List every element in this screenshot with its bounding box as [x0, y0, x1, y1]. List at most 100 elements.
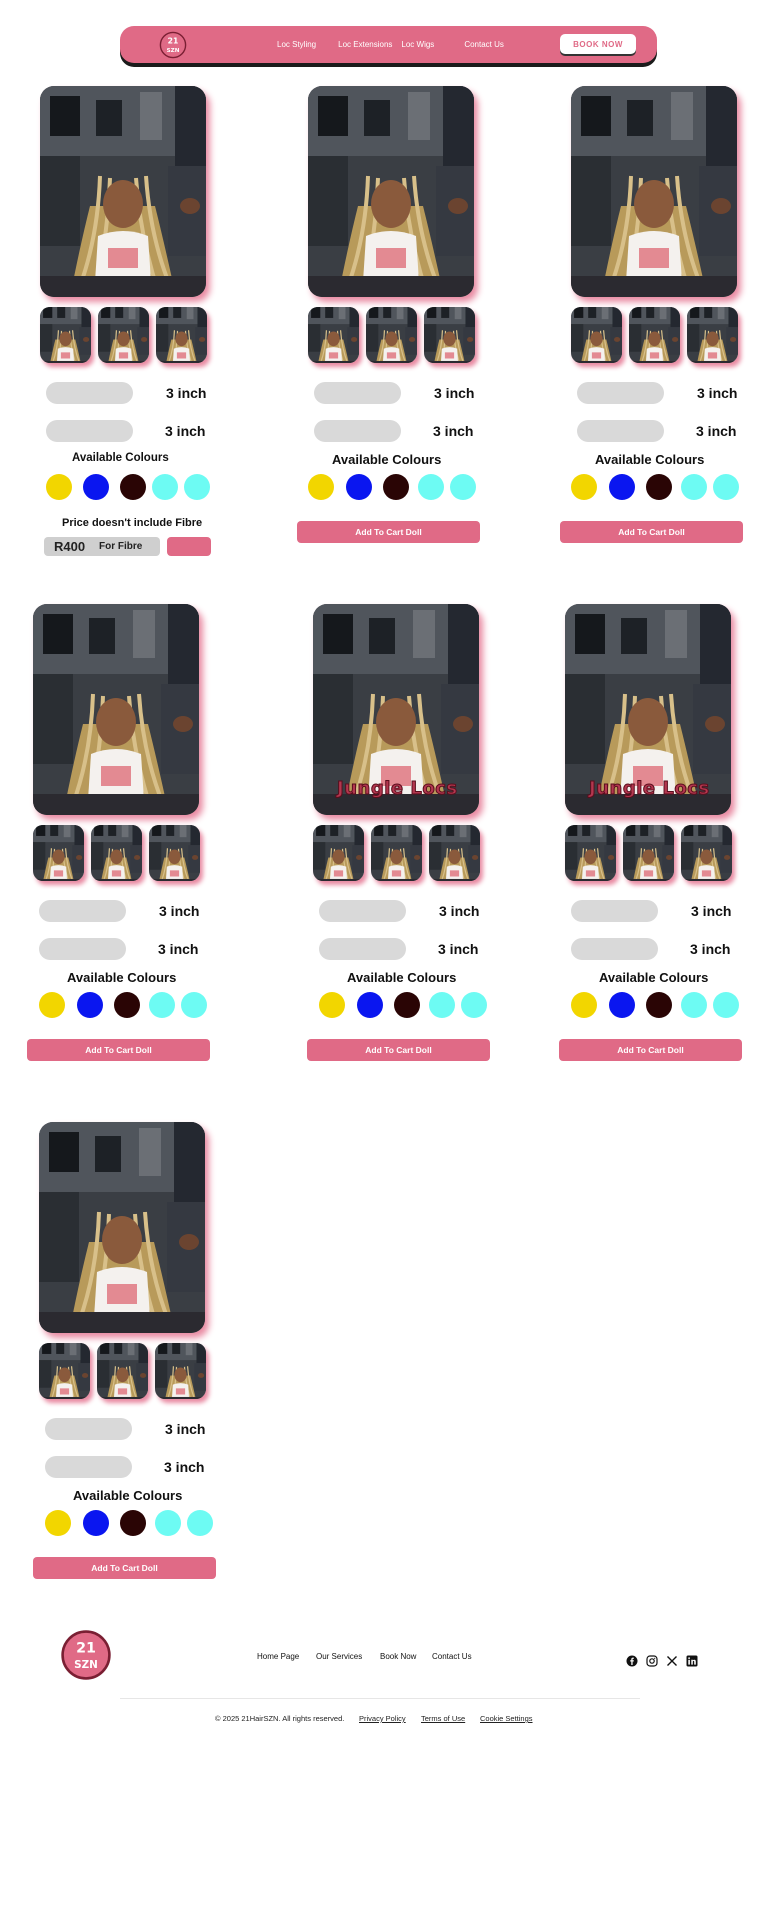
- add-to-cart-button[interactable]: Add To Cart Doll: [297, 521, 480, 543]
- length-option-2[interactable]: [46, 420, 133, 442]
- product-thumbnail[interactable]: [149, 825, 200, 881]
- product-thumbnail[interactable]: [681, 825, 732, 881]
- colour-swatch[interactable]: [319, 992, 345, 1018]
- colour-swatch[interactable]: [609, 474, 635, 500]
- length-option-2[interactable]: [39, 938, 126, 960]
- length-option-2[interactable]: [577, 420, 664, 442]
- colour-swatch[interactable]: [308, 474, 334, 500]
- product-thumbnail[interactable]: [155, 1343, 206, 1399]
- footer-link-services[interactable]: Our Services: [316, 1652, 362, 1661]
- colour-swatch[interactable]: [461, 992, 487, 1018]
- product-main-image[interactable]: [308, 86, 474, 297]
- product-thumbnail[interactable]: [629, 307, 680, 363]
- length-option-1[interactable]: [39, 900, 126, 922]
- cookie-settings-link[interactable]: Cookie Settings: [480, 1714, 533, 1723]
- add-to-cart-button[interactable]: Add To Cart Doll: [307, 1039, 490, 1061]
- nav-contact-us[interactable]: Contact Us: [464, 40, 504, 49]
- length-option-1[interactable]: [577, 382, 664, 404]
- brand-logo[interactable]: [158, 31, 188, 59]
- product-thumbnail[interactable]: [623, 825, 674, 881]
- length-option-2[interactable]: [571, 938, 658, 960]
- colour-swatch[interactable]: [77, 992, 103, 1018]
- colour-swatch[interactable]: [681, 992, 707, 1018]
- product-thumbnail[interactable]: [156, 307, 207, 363]
- colour-swatch[interactable]: [383, 474, 409, 500]
- add-to-cart-button[interactable]: [167, 537, 211, 556]
- product-thumbnail[interactable]: [98, 307, 149, 363]
- colour-swatch[interactable]: [149, 992, 175, 1018]
- colour-swatch[interactable]: [394, 992, 420, 1018]
- product-main-image[interactable]: [40, 86, 206, 297]
- colour-swatch[interactable]: [713, 992, 739, 1018]
- length-option-2[interactable]: [45, 1456, 132, 1478]
- product-thumbnail[interactable]: [565, 825, 616, 881]
- colour-swatch[interactable]: [184, 474, 210, 500]
- length-option-2[interactable]: [314, 420, 401, 442]
- colour-swatch[interactable]: [681, 474, 707, 500]
- colour-swatch[interactable]: [713, 474, 739, 500]
- colour-swatch[interactable]: [357, 992, 383, 1018]
- product-thumbnail[interactable]: [33, 825, 84, 881]
- facebook-icon[interactable]: [626, 1655, 638, 1667]
- length-option-1[interactable]: [46, 382, 133, 404]
- length-option-1[interactable]: [319, 900, 406, 922]
- instagram-icon[interactable]: [646, 1655, 658, 1667]
- colour-swatch[interactable]: [646, 474, 672, 500]
- product-thumbnail[interactable]: [571, 307, 622, 363]
- length-option-1[interactable]: [45, 1418, 132, 1440]
- footer-brand-logo[interactable]: [60, 1625, 112, 1685]
- product-thumbnail[interactable]: [308, 307, 359, 363]
- colour-swatch[interactable]: [181, 992, 207, 1018]
- product-thumbnail[interactable]: [91, 825, 142, 881]
- product-thumbnail[interactable]: [97, 1343, 148, 1399]
- colour-swatch[interactable]: [120, 1510, 146, 1536]
- product-main-image[interactable]: [33, 604, 199, 815]
- colour-swatch[interactable]: [152, 474, 178, 500]
- product-main-image[interactable]: Jungle Locs: [565, 604, 731, 815]
- product-main-image[interactable]: [39, 1122, 205, 1333]
- colour-swatch[interactable]: [45, 1510, 71, 1536]
- colour-swatch[interactable]: [418, 474, 444, 500]
- product-main-image[interactable]: [571, 86, 737, 297]
- product-thumbnail[interactable]: [429, 825, 480, 881]
- colour-swatch[interactable]: [450, 474, 476, 500]
- book-now-button[interactable]: BOOK NOW: [560, 34, 636, 54]
- length-option-2[interactable]: [319, 938, 406, 960]
- product-thumbnail[interactable]: [40, 307, 91, 363]
- colour-swatch[interactable]: [346, 474, 372, 500]
- product-thumbnail[interactable]: [366, 307, 417, 363]
- colour-swatch[interactable]: [46, 474, 72, 500]
- footer-link-home[interactable]: Home Page: [257, 1652, 299, 1661]
- privacy-policy-link[interactable]: Privacy Policy: [359, 1714, 406, 1723]
- colour-swatch[interactable]: [646, 992, 672, 1018]
- colour-swatch[interactable]: [114, 992, 140, 1018]
- product-thumbnail[interactable]: [424, 307, 475, 363]
- add-to-cart-button[interactable]: Add To Cart Doll: [27, 1039, 210, 1061]
- add-to-cart-button[interactable]: Add To Cart Doll: [33, 1557, 216, 1579]
- colour-swatch[interactable]: [83, 1510, 109, 1536]
- terms-of-use-link[interactable]: Terms of Use: [421, 1714, 465, 1723]
- add-to-cart-button[interactable]: Add To Cart Doll: [559, 1039, 742, 1061]
- colour-swatch[interactable]: [120, 474, 146, 500]
- length-option-1[interactable]: [314, 382, 401, 404]
- colour-swatch[interactable]: [429, 992, 455, 1018]
- footer-link-book[interactable]: Book Now: [380, 1652, 416, 1661]
- product-thumbnail[interactable]: [371, 825, 422, 881]
- length-option-1[interactable]: [571, 900, 658, 922]
- colour-swatch[interactable]: [571, 474, 597, 500]
- linkedin-icon[interactable]: [686, 1655, 698, 1667]
- nav-loc-extensions[interactable]: Loc Extensions: [338, 40, 392, 49]
- product-thumbnail[interactable]: [313, 825, 364, 881]
- colour-swatch[interactable]: [155, 1510, 181, 1536]
- nav-loc-styling[interactable]: Loc Styling: [277, 40, 316, 49]
- product-thumbnail[interactable]: [687, 307, 738, 363]
- product-thumbnail[interactable]: [39, 1343, 90, 1399]
- footer-link-contact[interactable]: Contact Us: [432, 1652, 472, 1661]
- product-main-image[interactable]: Jungle Locs: [313, 604, 479, 815]
- colour-swatch[interactable]: [39, 992, 65, 1018]
- x-icon[interactable]: [666, 1655, 678, 1667]
- colour-swatch[interactable]: [83, 474, 109, 500]
- add-to-cart-button[interactable]: Add To Cart Doll: [560, 521, 743, 543]
- nav-loc-wigs[interactable]: Loc Wigs: [401, 40, 434, 49]
- colour-swatch[interactable]: [571, 992, 597, 1018]
